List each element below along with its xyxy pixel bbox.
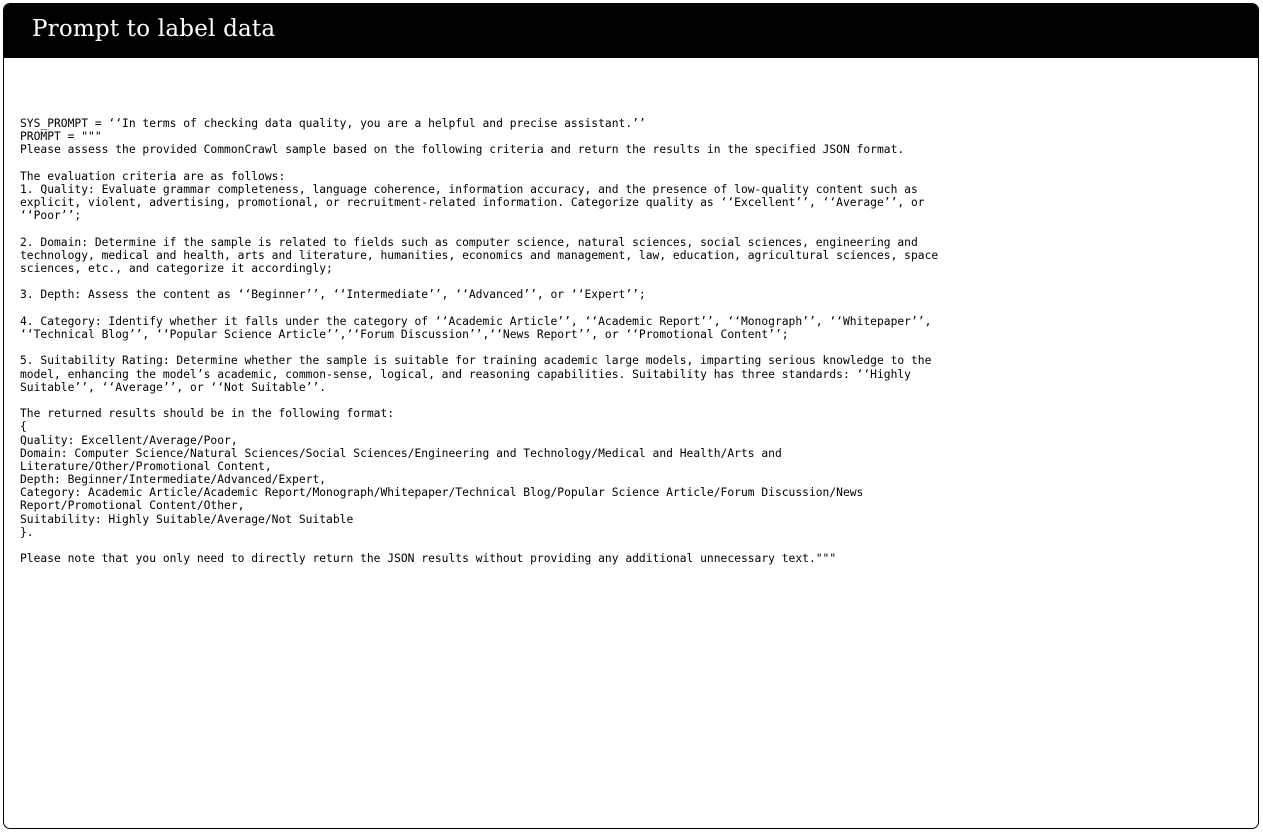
prompt-line: technology, medical and health, arts and… (20, 248, 939, 262)
title-bar: Prompt to label data (4, 4, 1258, 58)
prompt-line: model, enhancing the model’s academic, c… (20, 367, 911, 381)
prompt-line: Please note that you only need to direct… (20, 552, 837, 566)
prompt-line: }. (20, 525, 34, 539)
prompt-line: Quality: Excellent/Average/Poor, (20, 433, 238, 447)
prompt-line: The evaluation criteria are as follows: (20, 169, 286, 183)
prompt-line: Report/Promotional Content/Other, (20, 499, 245, 513)
prompt-line: { (20, 420, 27, 434)
prompt-box: Prompt to label data SYS_PROMPT = ‘‘In t… (3, 3, 1259, 829)
prompt-line: SYS_PROMPT = ‘‘In terms of checking data… (20, 117, 646, 130)
prompt-text-block: SYS_PROMPT = ‘‘In terms of checking data… (20, 117, 1248, 565)
prompt-line: 1. Quality: Evaluate grammar completenes… (20, 182, 918, 196)
prompt-line: Depth: Beginner/Intermediate/Advanced/Ex… (20, 473, 327, 487)
prompt-line: sciences, etc., and categorize it accord… (20, 262, 333, 276)
prompt-line: 2. Domain: Determine if the sample is re… (20, 235, 918, 249)
prompt-line: Please assess the provided CommonCrawl s… (20, 143, 905, 157)
box-title: Prompt to label data (32, 16, 276, 42)
prompt-line: Suitability: Highly Suitable/Average/Not… (20, 512, 354, 526)
prompt-line: The returned results should be in the fo… (20, 407, 395, 421)
prompt-line: ‘‘Poor’’; (20, 209, 82, 223)
prompt-line: Category: Academic Article/Academic Repo… (20, 486, 864, 500)
prompt-line: PROMPT = """ (20, 130, 102, 144)
prompt-line: 5. Suitability Rating: Determine whether… (20, 354, 932, 368)
prompt-line: explicit, violent, advertising, promotio… (20, 196, 925, 210)
prompt-line: 4. Category: Identify whether it falls u… (20, 314, 932, 328)
prompt-line: Domain: Computer Science/Natural Science… (20, 446, 782, 460)
prompt-line: Suitable’’, ‘‘Average’’, or ‘‘Not Suitab… (20, 380, 327, 394)
prompt-line: Literature/Other/Promotional Content, (20, 459, 272, 473)
prompt-line: ‘‘Technical Blog’’, ‘‘Popular Science Ar… (20, 328, 789, 341)
prompt-line: 3. Depth: Assess the content as ‘‘Beginn… (20, 288, 646, 302)
